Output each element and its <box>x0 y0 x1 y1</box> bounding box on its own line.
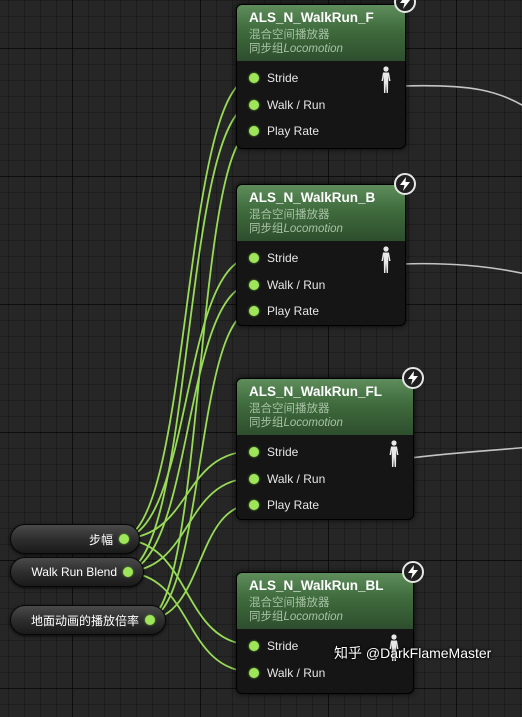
input-pin-row[interactable]: Stride <box>249 70 298 86</box>
node-title: ALS_N_WalkRun_BL <box>249 578 384 593</box>
blendspace-node-walkrun-b[interactable]: ALS_N_WalkRun_B 混合空间播放器 同步组Locomotion St… <box>236 173 416 329</box>
node-header: ALS_N_WalkRun_FL 混合空间播放器 同步组Locomotion <box>237 367 424 435</box>
node-subtitle: 混合空间播放器 <box>249 597 330 609</box>
float-pin-icon[interactable] <box>249 126 259 136</box>
pose-wire <box>409 446 522 459</box>
input-pin-row[interactable]: Stride <box>249 444 298 460</box>
variable-label: 步幅 <box>88 532 113 547</box>
pin-label: Stride <box>267 639 299 653</box>
float-pin-icon[interactable] <box>249 100 259 110</box>
node-body: Stride Walk / Run Play Rate <box>237 435 413 523</box>
node-body: Stride Walk / Run Play Rate <box>237 61 405 149</box>
pin-label: Play Rate <box>267 124 320 138</box>
input-pin-row[interactable]: Walk / Run <box>249 471 325 487</box>
pin-label: Walk / Run <box>267 278 326 292</box>
node-title: ALS_N_WalkRun_F <box>249 10 374 25</box>
watermark: 知乎 @DarkFlameMaster <box>334 645 492 661</box>
pin-label: Play Rate <box>267 498 320 512</box>
input-pin-row[interactable]: Stride <box>249 250 298 266</box>
variable-node-walk-run-blend[interactable]: Walk Run Blend <box>10 557 144 587</box>
float-wire <box>118 76 255 540</box>
float-pin-icon[interactable] <box>249 253 259 263</box>
node-subtitle: 混合空间播放器 <box>249 403 330 415</box>
input-pin-row[interactable]: Play Rate <box>249 123 319 139</box>
blendspace-node-walkrun-bl[interactable]: ALS_N_WalkRun_BL 混合空间播放器 同步组Locomotion S… <box>236 561 424 694</box>
variable-label: 地面动画的播放倍率 <box>30 613 139 628</box>
pin-label: Walk / Run <box>267 98 326 112</box>
pin-label: Stride <box>267 445 299 459</box>
input-pin-row[interactable]: Walk / Run <box>249 97 325 113</box>
pose-figure-icon[interactable] <box>379 66 393 94</box>
float-pin-icon[interactable] <box>249 500 259 510</box>
lightning-icon <box>402 561 424 583</box>
input-pin-row[interactable]: Play Rate <box>249 497 319 513</box>
pose-figure-icon[interactable] <box>379 246 393 274</box>
pin-label: Walk / Run <box>267 666 326 680</box>
pose-figure-icon[interactable] <box>387 440 401 468</box>
node-title: ALS_N_WalkRun_FL <box>249 384 383 399</box>
variable-node-play-rate[interactable]: 地面动画的播放倍率 <box>10 605 166 635</box>
pose-wire <box>401 262 522 275</box>
variable-label: Walk Run Blend <box>31 565 117 579</box>
node-header: ALS_N_WalkRun_BL 混合空间播放器 同步组Locomotion <box>237 561 424 629</box>
input-pin-row[interactable]: Walk / Run <box>249 665 325 681</box>
float-pin-icon[interactable] <box>249 306 259 316</box>
blendspace-node-walkrun-fl[interactable]: ALS_N_WalkRun_FL 混合空间播放器 同步组Locomotion S… <box>236 367 424 523</box>
node-body: Stride Walk / Run Play Rate <box>237 241 405 329</box>
pin-label: Walk / Run <box>267 472 326 486</box>
pin-label: Stride <box>267 251 299 265</box>
input-pin-row[interactable]: Stride <box>249 638 298 654</box>
node-subtitle: 混合空间播放器 <box>249 209 330 221</box>
variable-node-stride[interactable]: 步幅 <box>10 524 140 554</box>
pin-label: Play Rate <box>267 304 320 318</box>
node-header: ALS_N_WalkRun_F 混合空间播放器 同步组Locomotion <box>237 0 416 61</box>
blendspace-node-walkrun-f[interactable]: ALS_N_WalkRun_F 混合空间播放器 同步组Locomotion St… <box>236 0 416 149</box>
float-pin-icon[interactable] <box>249 474 259 484</box>
node-subtitle: 混合空间播放器 <box>249 29 330 41</box>
float-pin-icon[interactable] <box>249 73 259 83</box>
node-sync-group: 同步组Locomotion <box>249 43 343 55</box>
node-header: ALS_N_WalkRun_B 混合空间播放器 同步组Locomotion <box>237 173 416 241</box>
lightning-icon <box>402 367 424 389</box>
lightning-icon <box>394 173 416 195</box>
pin-label: Stride <box>267 71 299 85</box>
pose-wire <box>401 84 522 106</box>
node-title: ALS_N_WalkRun_B <box>249 190 376 205</box>
input-pin-row[interactable]: Walk / Run <box>249 277 325 293</box>
input-pin-row[interactable]: Play Rate <box>249 303 319 319</box>
variable-output-pin[interactable] <box>145 615 155 625</box>
variable-output-pin[interactable] <box>123 567 133 577</box>
variable-output-pin[interactable] <box>119 534 129 544</box>
float-pin-icon[interactable] <box>249 280 259 290</box>
float-pin-icon[interactable] <box>249 447 259 457</box>
node-sync-group: 同步组Locomotion <box>249 611 343 623</box>
node-sync-group: 同步组Locomotion <box>249 223 343 235</box>
node-sync-group: 同步组Locomotion <box>249 417 343 429</box>
float-wire <box>121 103 255 573</box>
float-pin-icon[interactable] <box>249 641 259 651</box>
